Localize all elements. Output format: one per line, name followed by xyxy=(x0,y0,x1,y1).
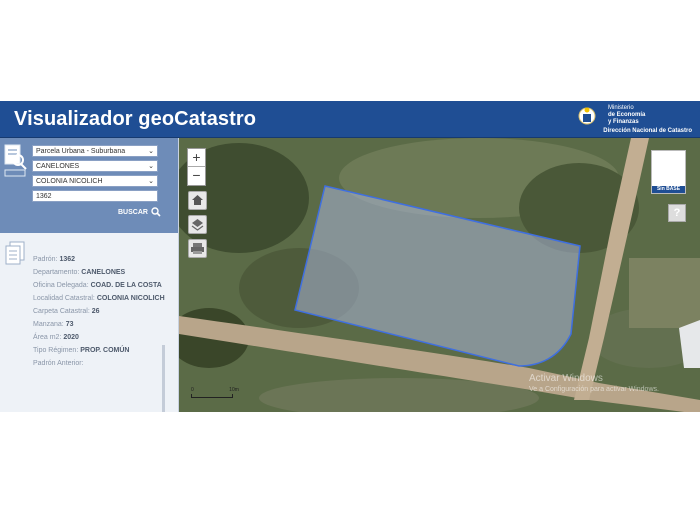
ministry-name: Ministerio de Economía y Finanzas xyxy=(608,105,646,125)
home-button[interactable] xyxy=(188,191,207,210)
zoom-out-button[interactable]: − xyxy=(188,167,205,184)
info-row-localidad: Localidad Catastral: COLONIA NICOLICH xyxy=(33,295,165,302)
layers-button[interactable] xyxy=(188,215,207,234)
chevron-down-icon: ⌄ xyxy=(148,163,154,170)
info-row-oficina: Oficina Delegada: COAD. DE LA COSTA xyxy=(33,282,162,289)
info-row-padron-anterior: Padrón Anterior: xyxy=(33,360,84,367)
padron-input[interactable]: 1362 xyxy=(32,190,158,202)
parcel-info-panel: Padrón: 1362 Departamento: CANELONES Ofi… xyxy=(0,233,178,412)
uruguay-seal-icon xyxy=(578,107,596,125)
help-button[interactable]: ? xyxy=(668,204,686,222)
parcel-info-list: Padrón: 1362 Departamento: CANELONES Ofi… xyxy=(33,255,165,372)
info-row-padron: Padrón: 1362 xyxy=(33,256,76,263)
app-title: Visualizador geoCatastro xyxy=(14,108,257,130)
zoom-in-button[interactable]: + xyxy=(188,149,205,167)
department-name: Dirección Nacional de Catastro xyxy=(603,128,692,134)
scale-bar xyxy=(191,394,233,398)
geocatastro-app: Visualizador geoCatastro Ministerio de E… xyxy=(0,101,700,412)
info-row-area: Área m2: 2020 xyxy=(33,334,79,341)
basemap-label: Sin BASE xyxy=(652,186,685,193)
localidad-select[interactable]: COLONIA NICOLICH ⌄ xyxy=(32,175,158,187)
magnifier-icon xyxy=(151,207,161,217)
document-info-icon xyxy=(5,241,25,265)
ministry-logo: Ministerio de Economía y Finanzas Direcc… xyxy=(574,103,694,135)
layers-icon xyxy=(191,219,204,231)
print-button[interactable] xyxy=(188,239,207,258)
info-row-carpeta: Carpeta Catastral: 26 xyxy=(33,308,100,315)
sidebar: Parcela Urbana - Suburbana ⌄ CANELONES ⌄… xyxy=(0,138,179,412)
info-scrollbar[interactable] xyxy=(162,345,165,412)
tipo-parcela-select[interactable]: Parcela Urbana - Suburbana ⌄ xyxy=(32,145,158,157)
basemap-toggle-button[interactable]: Sin BASE xyxy=(651,150,686,194)
chevron-down-icon: ⌄ xyxy=(148,178,154,185)
home-icon xyxy=(192,195,203,205)
departamento-select[interactable]: CANELONES ⌄ xyxy=(32,160,158,172)
satellite-imagery xyxy=(179,138,700,412)
map-view[interactable]: + − Sin BASE ? 0 10m Activar Windows Ve … xyxy=(179,138,700,412)
info-row-regimen: Tipo Régimen: PROP. COMÚN xyxy=(33,347,130,354)
chevron-down-icon: ⌄ xyxy=(148,148,154,155)
app-header: Visualizador geoCatastro Ministerio de E… xyxy=(0,101,700,138)
parcel-search-icon xyxy=(4,144,27,177)
map-scale: 0 10m xyxy=(191,387,239,398)
print-icon xyxy=(191,243,204,254)
buscar-button[interactable]: BUSCAR xyxy=(118,207,161,217)
windows-activation-watermark: Activar Windows Ve a Configuración para … xyxy=(529,373,659,393)
zoom-control: + − xyxy=(187,148,206,186)
info-row-departamento: Departamento: CANELONES xyxy=(33,269,126,276)
info-row-manzana: Manzana: 73 xyxy=(33,321,74,328)
search-panel: Parcela Urbana - Suburbana ⌄ CANELONES ⌄… xyxy=(0,138,178,233)
